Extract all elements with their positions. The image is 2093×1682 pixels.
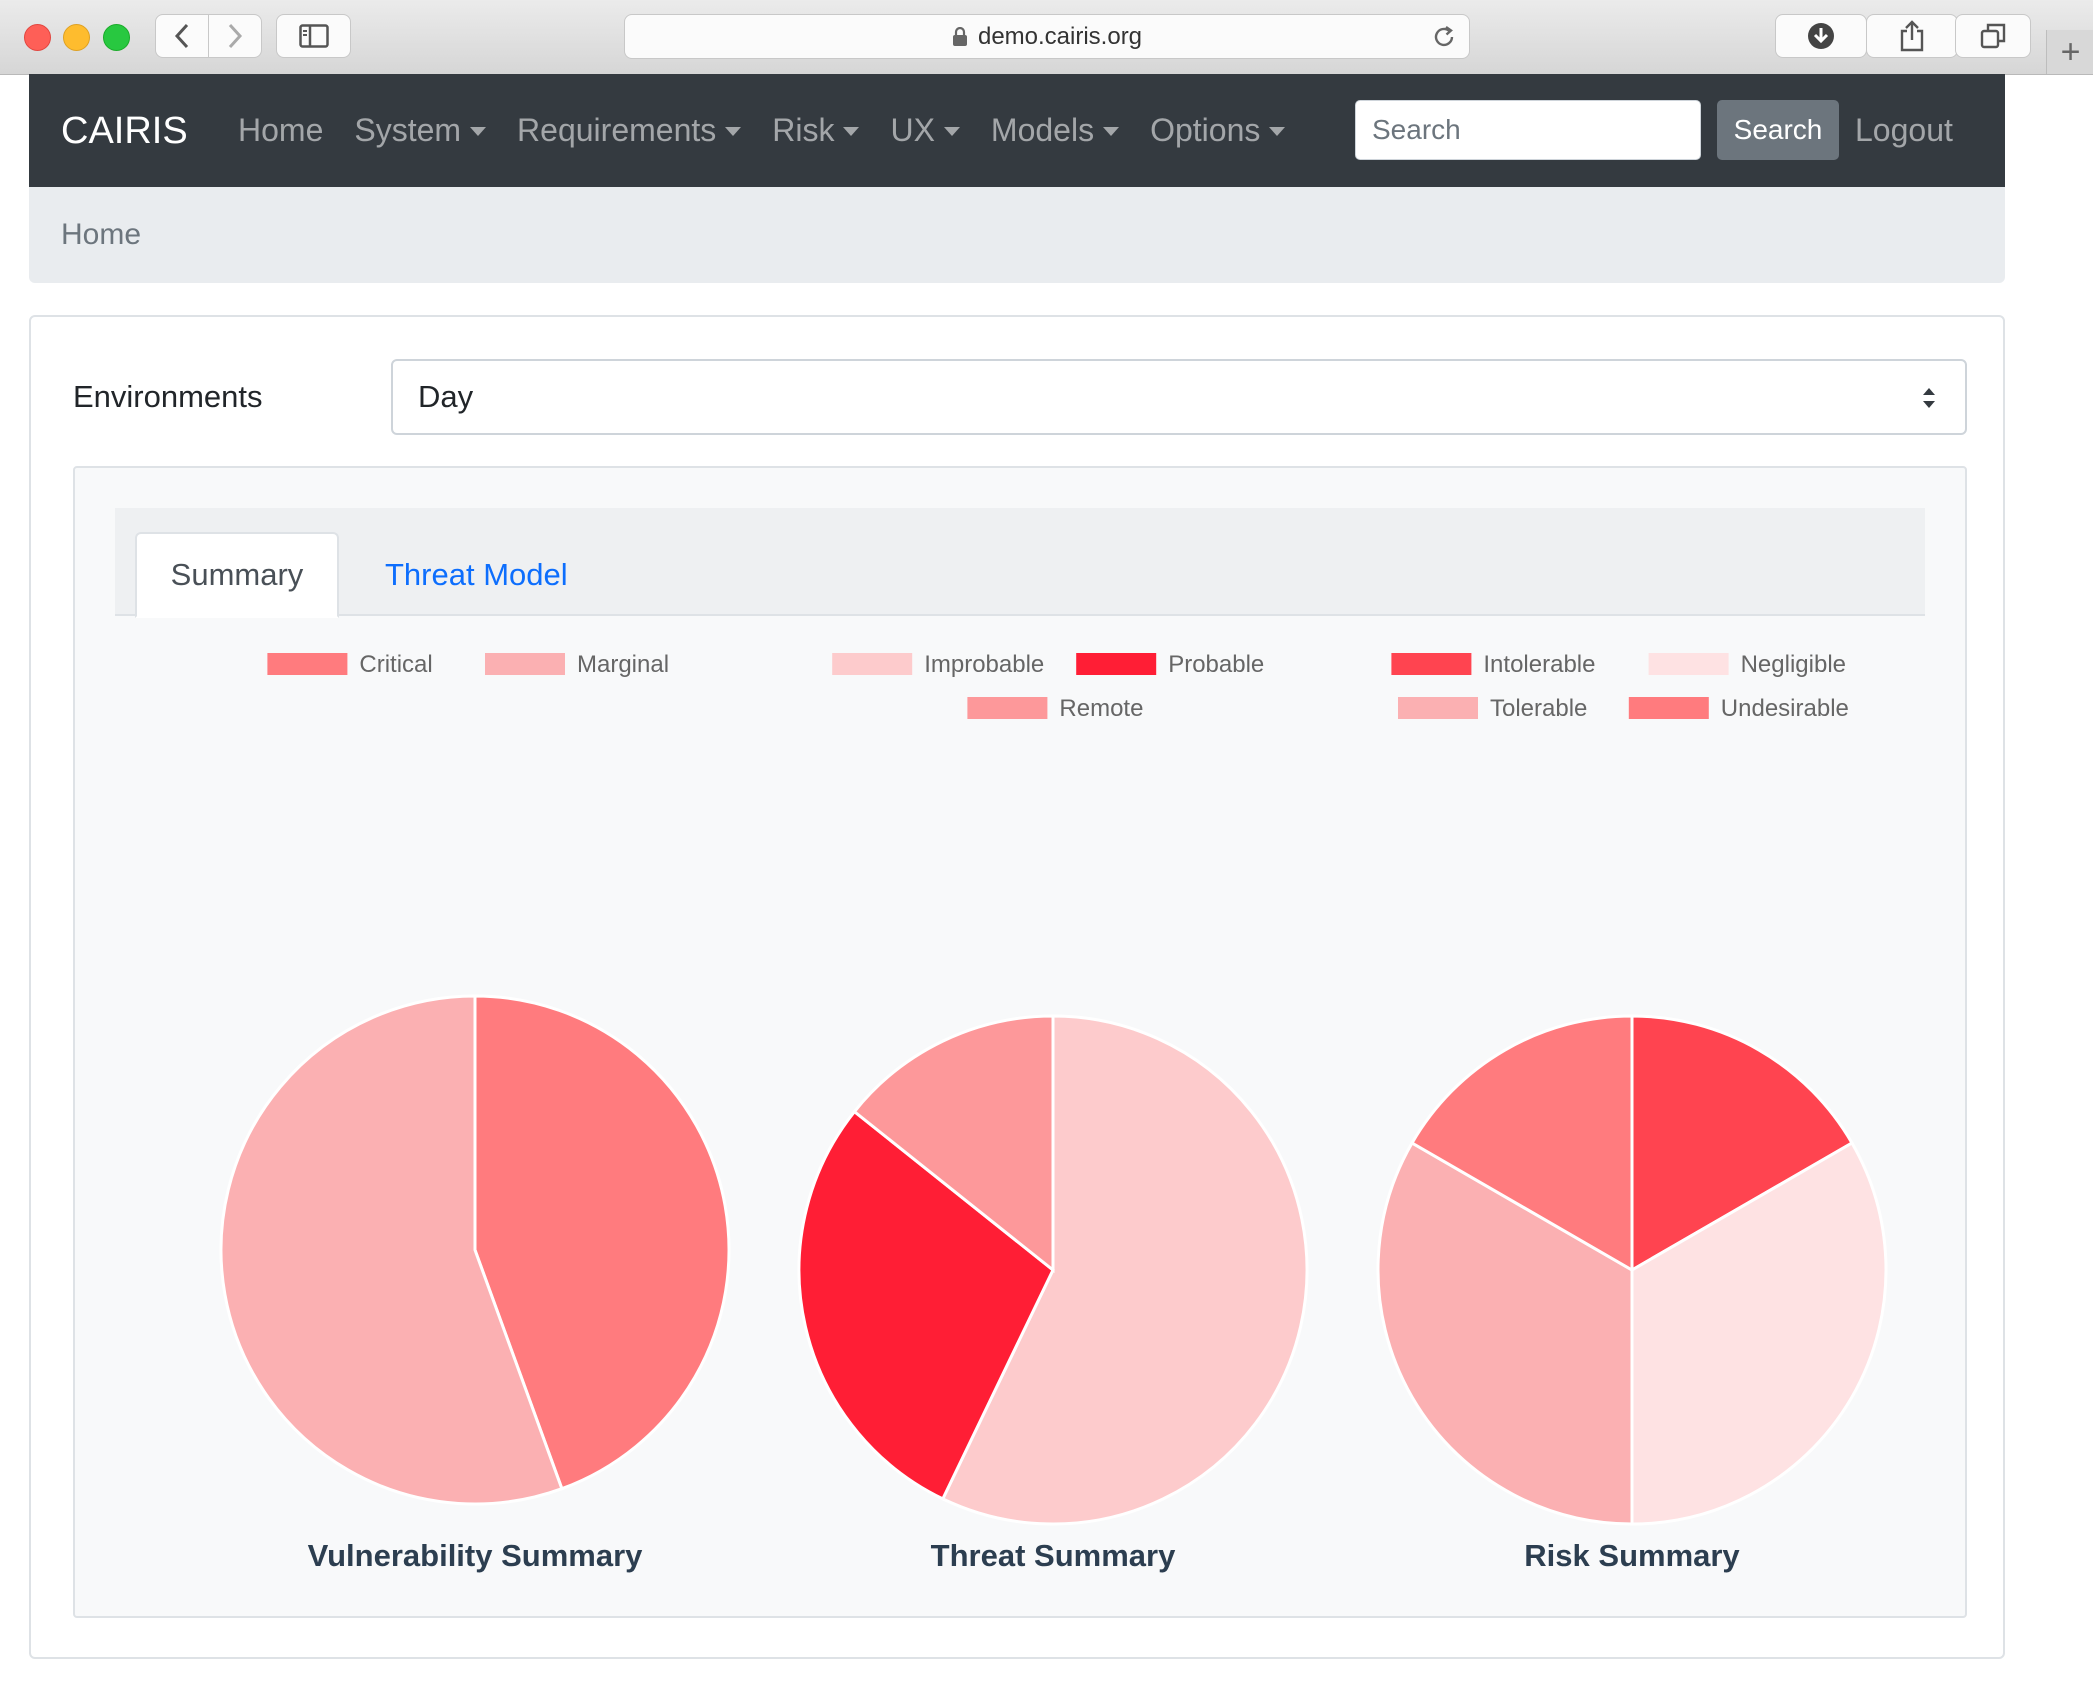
vulnerability-summary-title: Vulnerability Summary <box>308 1538 644 1573</box>
caret-down-icon <box>843 127 860 136</box>
plus-icon: + <box>2060 32 2081 71</box>
legend-swatch-critical[interactable] <box>267 653 348 675</box>
legend-swatch-negligible[interactable] <box>1648 653 1729 675</box>
downloads-button[interactable] <box>1775 14 1867 58</box>
caret-down-icon <box>1269 127 1286 136</box>
nav-risk-label: Risk <box>772 112 835 148</box>
legend-swatch-remote[interactable] <box>967 697 1048 719</box>
search-input[interactable]: Search <box>1355 100 1701 160</box>
legend-swatch-intolerable[interactable] <box>1391 653 1472 675</box>
threat-summary-title: Threat Summary <box>931 1538 1176 1573</box>
legend-label-critical[interactable]: Critical <box>359 651 432 678</box>
risk-summary-title: Risk Summary <box>1524 1538 1740 1573</box>
legend-label-undesirable[interactable]: Undesirable <box>1721 695 1849 722</box>
nav-options-label: Options <box>1150 112 1261 148</box>
caret-down-icon <box>943 127 960 136</box>
browser-toolbar: demo.cairis.org + <box>0 0 2093 75</box>
nav-ux-dropdown[interactable]: UX <box>890 112 960 149</box>
summary-panel: Summary Threat Model Critical Marginal Vul… <box>73 466 1967 1618</box>
new-tab-button[interactable]: + <box>2046 30 2093 74</box>
nav-requirements-label: Requirements <box>517 112 717 148</box>
share-button[interactable] <box>1866 14 1958 58</box>
sidebar-icon <box>298 24 329 48</box>
threat-summary-chart: Improbable Probable Remote Threat Summary <box>797 651 1309 1573</box>
nav-requirements-dropdown[interactable]: Requirements <box>517 112 742 149</box>
reload-icon[interactable] <box>1431 24 1457 50</box>
download-icon <box>1808 23 1834 49</box>
environment-selected-value: Day <box>418 379 474 414</box>
caret-down-icon <box>725 127 742 136</box>
nav-home[interactable]: Home <box>238 112 323 149</box>
risk-summary-chart: Intolerable Negligible Tolerable Undesirabl… <box>1376 651 1888 1573</box>
tab-threat-model[interactable]: Threat Model <box>373 532 580 618</box>
caret-down-icon <box>1103 127 1120 136</box>
tabs-icon <box>1980 23 2006 49</box>
legend-label-intolerable[interactable]: Intolerable <box>1483 651 1595 678</box>
zoom-window-button[interactable] <box>103 24 130 51</box>
tab-bar: Summary Threat Model <box>115 508 1925 618</box>
breadcrumb: Home <box>29 187 2005 283</box>
forward-button[interactable] <box>208 14 262 58</box>
legend-label-improbable[interactable]: Improbable <box>924 651 1044 678</box>
nav-models-dropdown[interactable]: Models <box>990 112 1120 149</box>
environments-label: Environments <box>73 379 263 414</box>
legend-swatch-undesirable[interactable] <box>1628 697 1709 719</box>
nav-links: Home System Requirements Risk UX Models … <box>238 112 1316 149</box>
legend-label-negligible[interactable]: Negligible <box>1741 651 1846 678</box>
tab-summary[interactable]: Summary <box>135 532 339 618</box>
legend-swatch-tolerable[interactable] <box>1398 697 1478 719</box>
top-navbar: CAIRIS Home System Requirements Risk UX … <box>29 74 2005 187</box>
select-arrows-icon <box>1923 388 1935 408</box>
lock-icon <box>952 26 967 46</box>
tabs-overview-button[interactable] <box>1955 14 2031 58</box>
address-bar[interactable]: demo.cairis.org <box>624 14 1470 59</box>
nav-system-label: System <box>354 112 462 148</box>
nav-risk-dropdown[interactable]: Risk <box>772 112 860 149</box>
environment-select[interactable]: Day <box>391 359 1967 435</box>
nav-ux-label: UX <box>890 112 935 148</box>
legend-label-marginal[interactable]: Marginal <box>577 651 669 678</box>
nav-models-label: Models <box>990 112 1095 148</box>
nav-home-label: Home <box>238 112 324 148</box>
url-text: demo.cairis.org <box>977 22 1143 50</box>
summary-charts: Critical Marginal Vulnerability Summary Imp… <box>219 651 1888 1573</box>
nav-system-dropdown[interactable]: System <box>354 112 487 149</box>
minimize-window-button[interactable] <box>63 24 90 51</box>
main-card: Environments Day Summary Threat Model Cr… <box>29 315 2005 1659</box>
legend-label-remote[interactable]: Remote <box>1059 695 1143 722</box>
caret-down-icon <box>470 127 487 136</box>
logout-link[interactable]: Logout <box>1855 112 1953 149</box>
breadcrumb-home: Home <box>61 218 142 251</box>
legend-label-tolerable[interactable]: Tolerable <box>1490 695 1587 722</box>
legend-swatch-improbable[interactable] <box>832 653 913 675</box>
nav-options-dropdown[interactable]: Options <box>1150 112 1286 149</box>
legend-swatch-marginal[interactable] <box>485 653 565 675</box>
back-button[interactable] <box>155 14 209 58</box>
chevron-right-icon <box>228 23 243 49</box>
legend-label-probable[interactable]: Probable <box>1168 651 1264 678</box>
sidebar-toggle-button[interactable] <box>276 14 351 58</box>
close-window-button[interactable] <box>24 24 51 51</box>
share-icon <box>1900 20 1924 52</box>
chevron-left-icon <box>174 23 189 49</box>
vulnerability-summary-chart: Critical Marginal Vulnerability Summary <box>219 651 731 1573</box>
brand-logo[interactable]: CAIRIS <box>61 110 188 153</box>
search-button[interactable]: Search <box>1717 100 1839 160</box>
legend-swatch-probable[interactable] <box>1076 653 1157 675</box>
